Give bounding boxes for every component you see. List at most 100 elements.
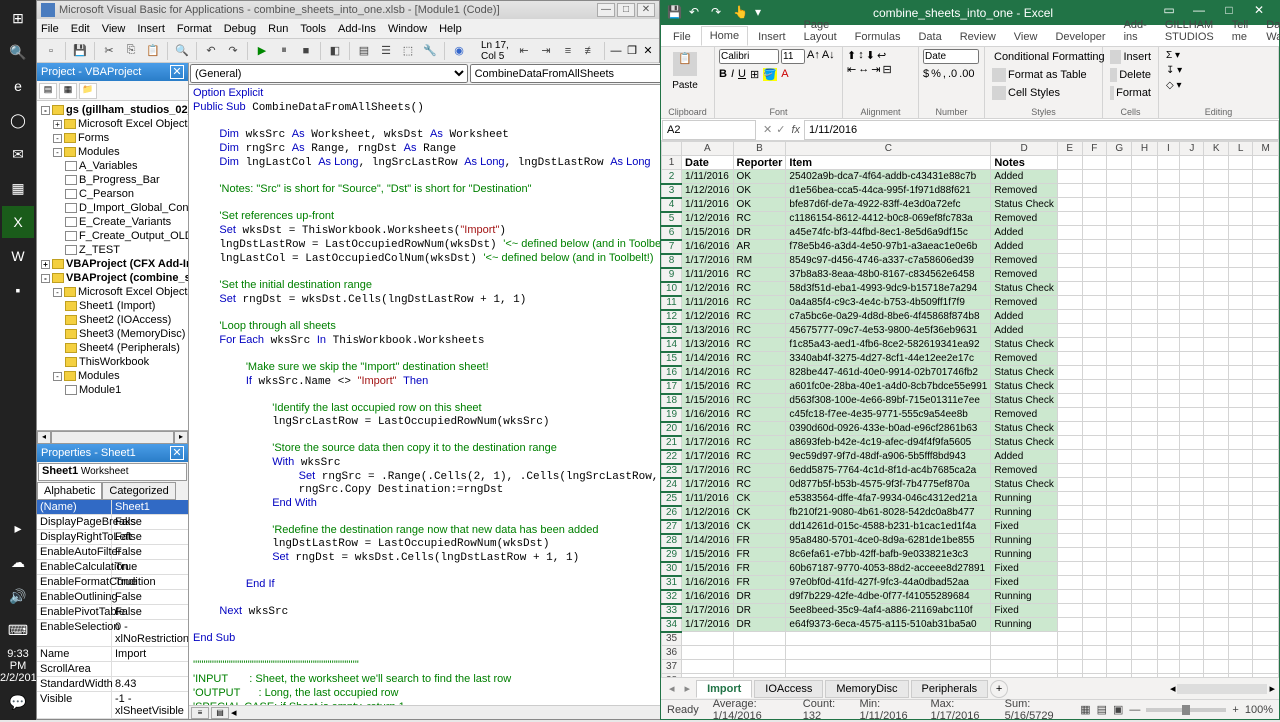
mdi-minimize-button[interactable]: — <box>609 45 623 57</box>
cell[interactable]: c45fc18-f7ee-4e35-9771-555c9a54ee8b <box>786 408 991 422</box>
add-sheet-button[interactable]: + <box>990 680 1008 698</box>
cell[interactable]: 3340ab4f-3275-4d27-8cf1-44e12ee2e17c <box>786 352 991 366</box>
cell[interactable]: 1/13/2016 <box>682 338 734 352</box>
cell[interactable] <box>1204 646 1229 660</box>
cell[interactable]: Status Check <box>991 366 1057 380</box>
cell[interactable] <box>1107 324 1132 338</box>
cell[interactable] <box>1082 618 1107 632</box>
cell[interactable] <box>1057 576 1082 590</box>
redo-icon[interactable]: ↷ <box>223 41 243 61</box>
cell[interactable] <box>1132 156 1157 170</box>
cell[interactable] <box>1082 604 1107 618</box>
cell[interactable] <box>1204 380 1229 394</box>
format-cells-button[interactable]: Format <box>1107 85 1154 101</box>
cell[interactable] <box>1229 282 1253 296</box>
mdi-close-button[interactable]: ✕ <box>641 44 655 57</box>
cell[interactable] <box>1180 674 1204 678</box>
cell[interactable] <box>1229 352 1253 366</box>
cell[interactable]: a601fc0e-28ba-40e1-a4d0-8cb7bdce55e991 <box>786 380 991 394</box>
cell[interactable]: RC <box>733 352 786 366</box>
hscroll-left[interactable]: ◂ <box>1170 682 1176 695</box>
cell[interactable] <box>1132 254 1157 268</box>
cell[interactable] <box>733 674 786 678</box>
ribbon-tab-view[interactable]: View <box>1006 28 1046 46</box>
cell[interactable]: 1/11/2016 <box>682 268 734 282</box>
cell[interactable] <box>1057 324 1082 338</box>
cell[interactable]: 1/14/2016 <box>682 352 734 366</box>
cell[interactable] <box>1204 170 1229 184</box>
cell[interactable]: 1/16/2016 <box>682 576 734 590</box>
cell[interactable] <box>1107 632 1132 646</box>
cell[interactable] <box>1082 212 1107 226</box>
tree-node[interactable]: Z_TEST <box>39 243 186 257</box>
cell[interactable]: Status Check <box>991 478 1057 492</box>
cell[interactable]: Status Check <box>991 282 1057 296</box>
design-mode-icon[interactable]: ◧ <box>325 41 345 61</box>
cell[interactable] <box>1157 520 1180 534</box>
cell[interactable] <box>1132 366 1157 380</box>
cell[interactable] <box>1082 506 1107 520</box>
bold-button[interactable]: B <box>719 68 727 81</box>
cell[interactable]: dd14261d-015c-4588-b231-b1cac1ed1f4a <box>786 520 991 534</box>
cell[interactable]: Removed <box>991 212 1057 226</box>
cell[interactable] <box>1157 436 1180 450</box>
property-row[interactable]: EnableOutliningFalse <box>37 590 188 605</box>
row-header[interactable]: 25 <box>662 492 682 506</box>
cell[interactable] <box>1229 268 1253 282</box>
qat-undo-icon[interactable]: ↶ <box>689 5 705 21</box>
cell[interactable] <box>1253 464 1279 478</box>
col-header[interactable]: F <box>1082 142 1107 156</box>
cell[interactable]: 0a4a85f4-c9c3-4e4c-b753-4b509ff1f7f9 <box>786 296 991 310</box>
cell[interactable] <box>1132 520 1157 534</box>
cell[interactable] <box>1057 156 1082 170</box>
cell[interactable] <box>1057 240 1082 254</box>
object-browser-icon[interactable]: ⬚ <box>398 41 418 61</box>
cell[interactable] <box>1229 212 1253 226</box>
full-module-view-icon[interactable]: ▤ <box>211 707 229 719</box>
cell[interactable] <box>1157 506 1180 520</box>
cell[interactable] <box>1229 506 1253 520</box>
row-header[interactable]: 36 <box>662 646 682 660</box>
cell[interactable] <box>1204 562 1229 576</box>
cell[interactable] <box>1132 562 1157 576</box>
cell[interactable] <box>1253 548 1279 562</box>
cell[interactable] <box>1253 282 1279 296</box>
scroll-left[interactable]: ◂ <box>37 431 51 444</box>
cmd-icon[interactable]: ▪ <box>2 274 34 306</box>
tree-node[interactable]: E_Create_Variants <box>39 215 186 229</box>
cell[interactable] <box>1082 310 1107 324</box>
row-header[interactable]: 5 <box>662 212 682 226</box>
cell[interactable]: e5383564-dffe-4fa7-9934-046c4312ed21a <box>786 492 991 506</box>
cell[interactable] <box>1057 338 1082 352</box>
cell[interactable] <box>1204 338 1229 352</box>
cell[interactable]: Fixed <box>991 604 1057 618</box>
cell[interactable] <box>1229 674 1253 678</box>
col-header[interactable]: E <box>1057 142 1082 156</box>
cell[interactable] <box>733 646 786 660</box>
props-tab-alphabetic[interactable]: Alphabetic <box>37 482 102 500</box>
cell[interactable] <box>1180 352 1204 366</box>
col-header[interactable]: K <box>1204 142 1229 156</box>
row-header[interactable]: 2 <box>662 170 682 184</box>
cut-icon[interactable]: ✂ <box>99 41 119 61</box>
cell[interactable] <box>1082 576 1107 590</box>
cell[interactable] <box>1057 282 1082 296</box>
cell[interactable] <box>1253 296 1279 310</box>
ribbon-tab-file[interactable]: File <box>665 28 699 46</box>
cell[interactable] <box>1132 534 1157 548</box>
row-header[interactable]: 19 <box>662 408 682 422</box>
cell[interactable] <box>1107 380 1132 394</box>
cell[interactable] <box>1180 380 1204 394</box>
cell[interactable] <box>1157 170 1180 184</box>
cell[interactable] <box>1057 226 1082 240</box>
cell[interactable] <box>1107 478 1132 492</box>
cell[interactable] <box>1204 548 1229 562</box>
cell[interactable] <box>1157 464 1180 478</box>
fill-button[interactable]: ↧ ▾ <box>1163 64 1274 77</box>
cell[interactable] <box>1253 212 1279 226</box>
cell[interactable] <box>1204 576 1229 590</box>
col-header[interactable]: C <box>786 142 991 156</box>
cell[interactable] <box>1157 394 1180 408</box>
cell[interactable]: 1/13/2016 <box>682 324 734 338</box>
procedure-view-icon[interactable]: ≡ <box>191 707 209 719</box>
